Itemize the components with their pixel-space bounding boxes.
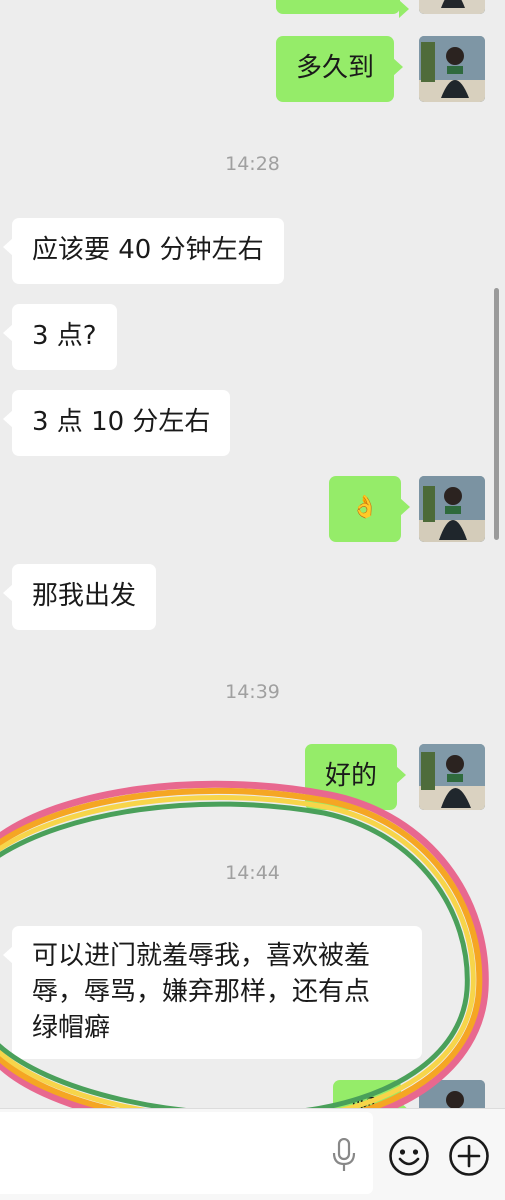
avatar-self[interactable]	[419, 36, 485, 102]
avatar-self[interactable]	[419, 1080, 485, 1108]
avatar-self[interactable]	[419, 0, 485, 14]
message-bubble-incoming[interactable]: 3 点 10 分左右	[2, 390, 231, 456]
plus-circle-icon[interactable]	[448, 1135, 490, 1177]
message-bubble-incoming[interactable]: 3 点?	[3, 304, 117, 370]
message-bubble-incoming[interactable]: 可以进门就羞辱我，喜欢被羞 辱，辱骂，嫌弃那样，还有点 绿帽癖	[3, 926, 422, 1059]
message-bubble-outgoing[interactable]: 嗯	[333, 1080, 410, 1108]
scrollbar[interactable]	[494, 288, 499, 540]
avatar-self[interactable]	[419, 476, 485, 542]
timestamp: 14:39	[225, 681, 280, 703]
message-bubble-outgoing[interactable]: 多久到	[276, 36, 404, 102]
timestamp: 14:44	[225, 862, 280, 884]
message-bubble-incoming[interactable]: 那我出发	[2, 564, 157, 630]
message-input[interactable]	[0, 1112, 373, 1194]
smiley-face-icon[interactable]	[388, 1135, 430, 1177]
message-bubble-outgoing[interactable]: 好的	[305, 744, 407, 810]
message-bubble-outgoing[interactable]: 👌	[329, 476, 410, 542]
message-bubble-incoming[interactable]: 应该要 40 分钟左右	[3, 218, 284, 284]
message-bubble-cut[interactable]	[276, 0, 409, 18]
chat-area[interactable]: 多久到 14:28 应该要 40 分钟左右 3 点? 3 点 10 分左右 👌 …	[0, 0, 505, 1108]
timestamp: 14:28	[225, 153, 280, 175]
avatar-self[interactable]	[419, 744, 485, 810]
mic-icon[interactable]	[332, 1138, 356, 1172]
